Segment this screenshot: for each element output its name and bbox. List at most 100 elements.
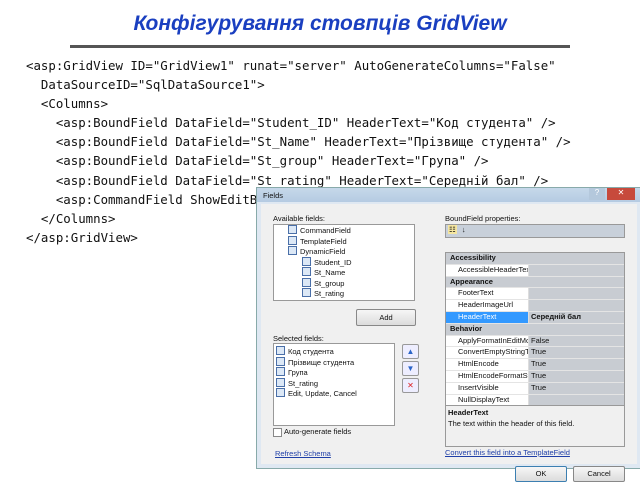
property-name: NullDisplayText xyxy=(446,394,529,405)
property-name: HeaderImageUrl xyxy=(446,300,529,311)
field-icon xyxy=(302,288,311,297)
property-value[interactable]: Середній бал xyxy=(529,312,624,323)
property-value[interactable] xyxy=(529,395,624,405)
property-row[interactable]: AccessibleHeaderText xyxy=(446,264,624,277)
property-value[interactable] xyxy=(529,300,624,311)
category-label: Appearance xyxy=(450,276,493,286)
property-category[interactable]: Accessibility xyxy=(446,253,624,265)
auto-generate-label: Auto-generate fields xyxy=(284,427,352,436)
property-category[interactable]: Appearance xyxy=(446,276,624,289)
list-item[interactable]: Прізвище студента xyxy=(274,356,394,368)
property-row[interactable]: InsertVisible True xyxy=(446,382,624,395)
code-line: <asp:GridView ID="GridView1" runat="serv… xyxy=(26,58,556,73)
item-label: Student_ID xyxy=(314,257,352,267)
page-title: Конфігурування стовпців GridView xyxy=(133,12,507,35)
convert-template-link[interactable]: Convert this field into a TemplateField xyxy=(445,448,570,457)
property-row[interactable]: ApplyFormatInEditModeFalse xyxy=(446,335,624,348)
list-item[interactable]: Код студента xyxy=(274,346,394,357)
description-title: HeaderText xyxy=(448,408,489,417)
property-value[interactable]: True xyxy=(529,383,624,394)
available-fields-label: Available fields: xyxy=(273,214,325,223)
field-icon xyxy=(302,277,311,287)
code-line: <asp:BoundField DataField="Student_ID" H… xyxy=(26,115,556,131)
property-row[interactable]: HtmlEncode True xyxy=(446,359,624,371)
list-item[interactable]: St_group xyxy=(274,277,414,289)
field-icon xyxy=(276,388,285,397)
list-item[interactable]: St_rating xyxy=(274,288,414,299)
dialog-title: Fields xyxy=(263,191,284,200)
item-label: DynamicField xyxy=(300,247,346,256)
property-row[interactable]: FooterText xyxy=(446,288,624,301)
close-button[interactable]: ✕ xyxy=(607,188,635,200)
list-item[interactable]: DynamicField xyxy=(274,246,414,257)
category-label: Accessibility xyxy=(450,253,496,262)
property-name: ApplyFormatInEditMode xyxy=(446,335,529,347)
property-name: HeaderText xyxy=(446,311,529,323)
field-icon xyxy=(276,356,285,366)
item-label: TemplateField xyxy=(300,236,347,246)
available-fields-list[interactable]: CommandField TemplateField DynamicField Stu… xyxy=(273,224,415,301)
properties-label: BoundField properties: xyxy=(445,214,521,223)
list-item[interactable]: TemplateField xyxy=(274,235,414,247)
field-icon xyxy=(276,377,285,387)
category-label: Behavior xyxy=(450,323,483,333)
refresh-schema-link[interactable]: Refresh Schema xyxy=(275,449,331,458)
property-value[interactable] xyxy=(529,265,624,276)
property-name: InsertVisible xyxy=(446,382,529,394)
selected-fields-list[interactable]: Код студента Прізвище студента Група St_rat… xyxy=(273,343,395,426)
field-icon xyxy=(288,235,297,245)
categorized-icon[interactable]: ☷ xyxy=(448,225,457,234)
property-name: HtmlEncodeFormatString xyxy=(446,370,529,382)
item-label: Edit, Update, Cancel xyxy=(288,389,357,398)
field-icon xyxy=(302,256,311,266)
list-item[interactable]: St_rating xyxy=(274,377,394,389)
add-button[interactable]: Add xyxy=(356,309,416,326)
item-label: Група xyxy=(288,368,308,377)
dialog-titlebar: Fields ? ✕ xyxy=(257,188,640,202)
item-label: St_Name xyxy=(314,268,346,277)
fields-dialog: Fields ? ✕ Available fields: CommandFiel… xyxy=(256,187,640,482)
property-row[interactable]: ConvertEmptyStringToNullTrue xyxy=(446,347,624,360)
property-category[interactable]: Behavior xyxy=(446,323,624,336)
item-label: St_rating xyxy=(288,378,319,388)
field-icon xyxy=(302,267,311,276)
property-row[interactable]: HtmlEncodeFormatStringTrue xyxy=(446,370,624,383)
list-item[interactable]: St_Name xyxy=(274,267,414,278)
item-label: St_rating xyxy=(314,289,345,298)
property-name: FooterText xyxy=(446,288,529,300)
property-value[interactable]: True xyxy=(529,347,624,358)
alphabetical-icon[interactable]: ↓ xyxy=(462,225,466,234)
list-item[interactable]: Edit, Update, Cancel xyxy=(274,388,394,399)
field-icon xyxy=(288,225,297,234)
title-divider xyxy=(70,45,570,48)
list-item[interactable]: CommandField xyxy=(274,225,414,236)
code-line: <asp:BoundField DataField="St_Name" Head… xyxy=(26,134,571,150)
property-row[interactable]: HeaderText Середній бал xyxy=(446,311,624,324)
selected-fields-label: Selected fields: xyxy=(273,334,324,343)
auto-generate-checkbox[interactable] xyxy=(273,428,282,437)
item-label: CommandField xyxy=(300,226,351,235)
move-down-button[interactable]: ▼ xyxy=(402,361,419,376)
property-value[interactable]: True xyxy=(529,371,624,382)
delete-button[interactable]: ✕ xyxy=(402,378,419,393)
field-icon xyxy=(288,246,297,255)
field-icon xyxy=(276,346,285,355)
property-name: AccessibleHeaderText xyxy=(446,264,529,276)
property-description: HeaderText The text within the header of… xyxy=(445,405,625,447)
property-value[interactable]: False xyxy=(529,336,624,347)
help-button[interactable]: ? xyxy=(589,188,605,200)
property-grid[interactable]: Accessibility AccessibleHeaderText Appeara… xyxy=(445,252,625,406)
list-item[interactable]: Група xyxy=(274,367,394,378)
property-row[interactable]: HeaderImageUrl xyxy=(446,300,624,312)
code-line: DataSourceID="SqlDataSource1"> xyxy=(26,77,265,93)
field-icon xyxy=(276,367,285,376)
description-text: The text within the header of this field… xyxy=(448,419,575,428)
property-name: HtmlEncode xyxy=(446,359,529,370)
code-line: <Columns> xyxy=(26,96,109,112)
property-value[interactable] xyxy=(529,288,624,299)
property-value[interactable]: True xyxy=(529,359,624,370)
item-label: St_group xyxy=(314,278,345,288)
properties-toolbar: ☷ ↓ xyxy=(445,224,625,238)
list-item[interactable]: Student_ID xyxy=(274,256,414,268)
move-up-button[interactable]: ▲ xyxy=(402,344,419,359)
